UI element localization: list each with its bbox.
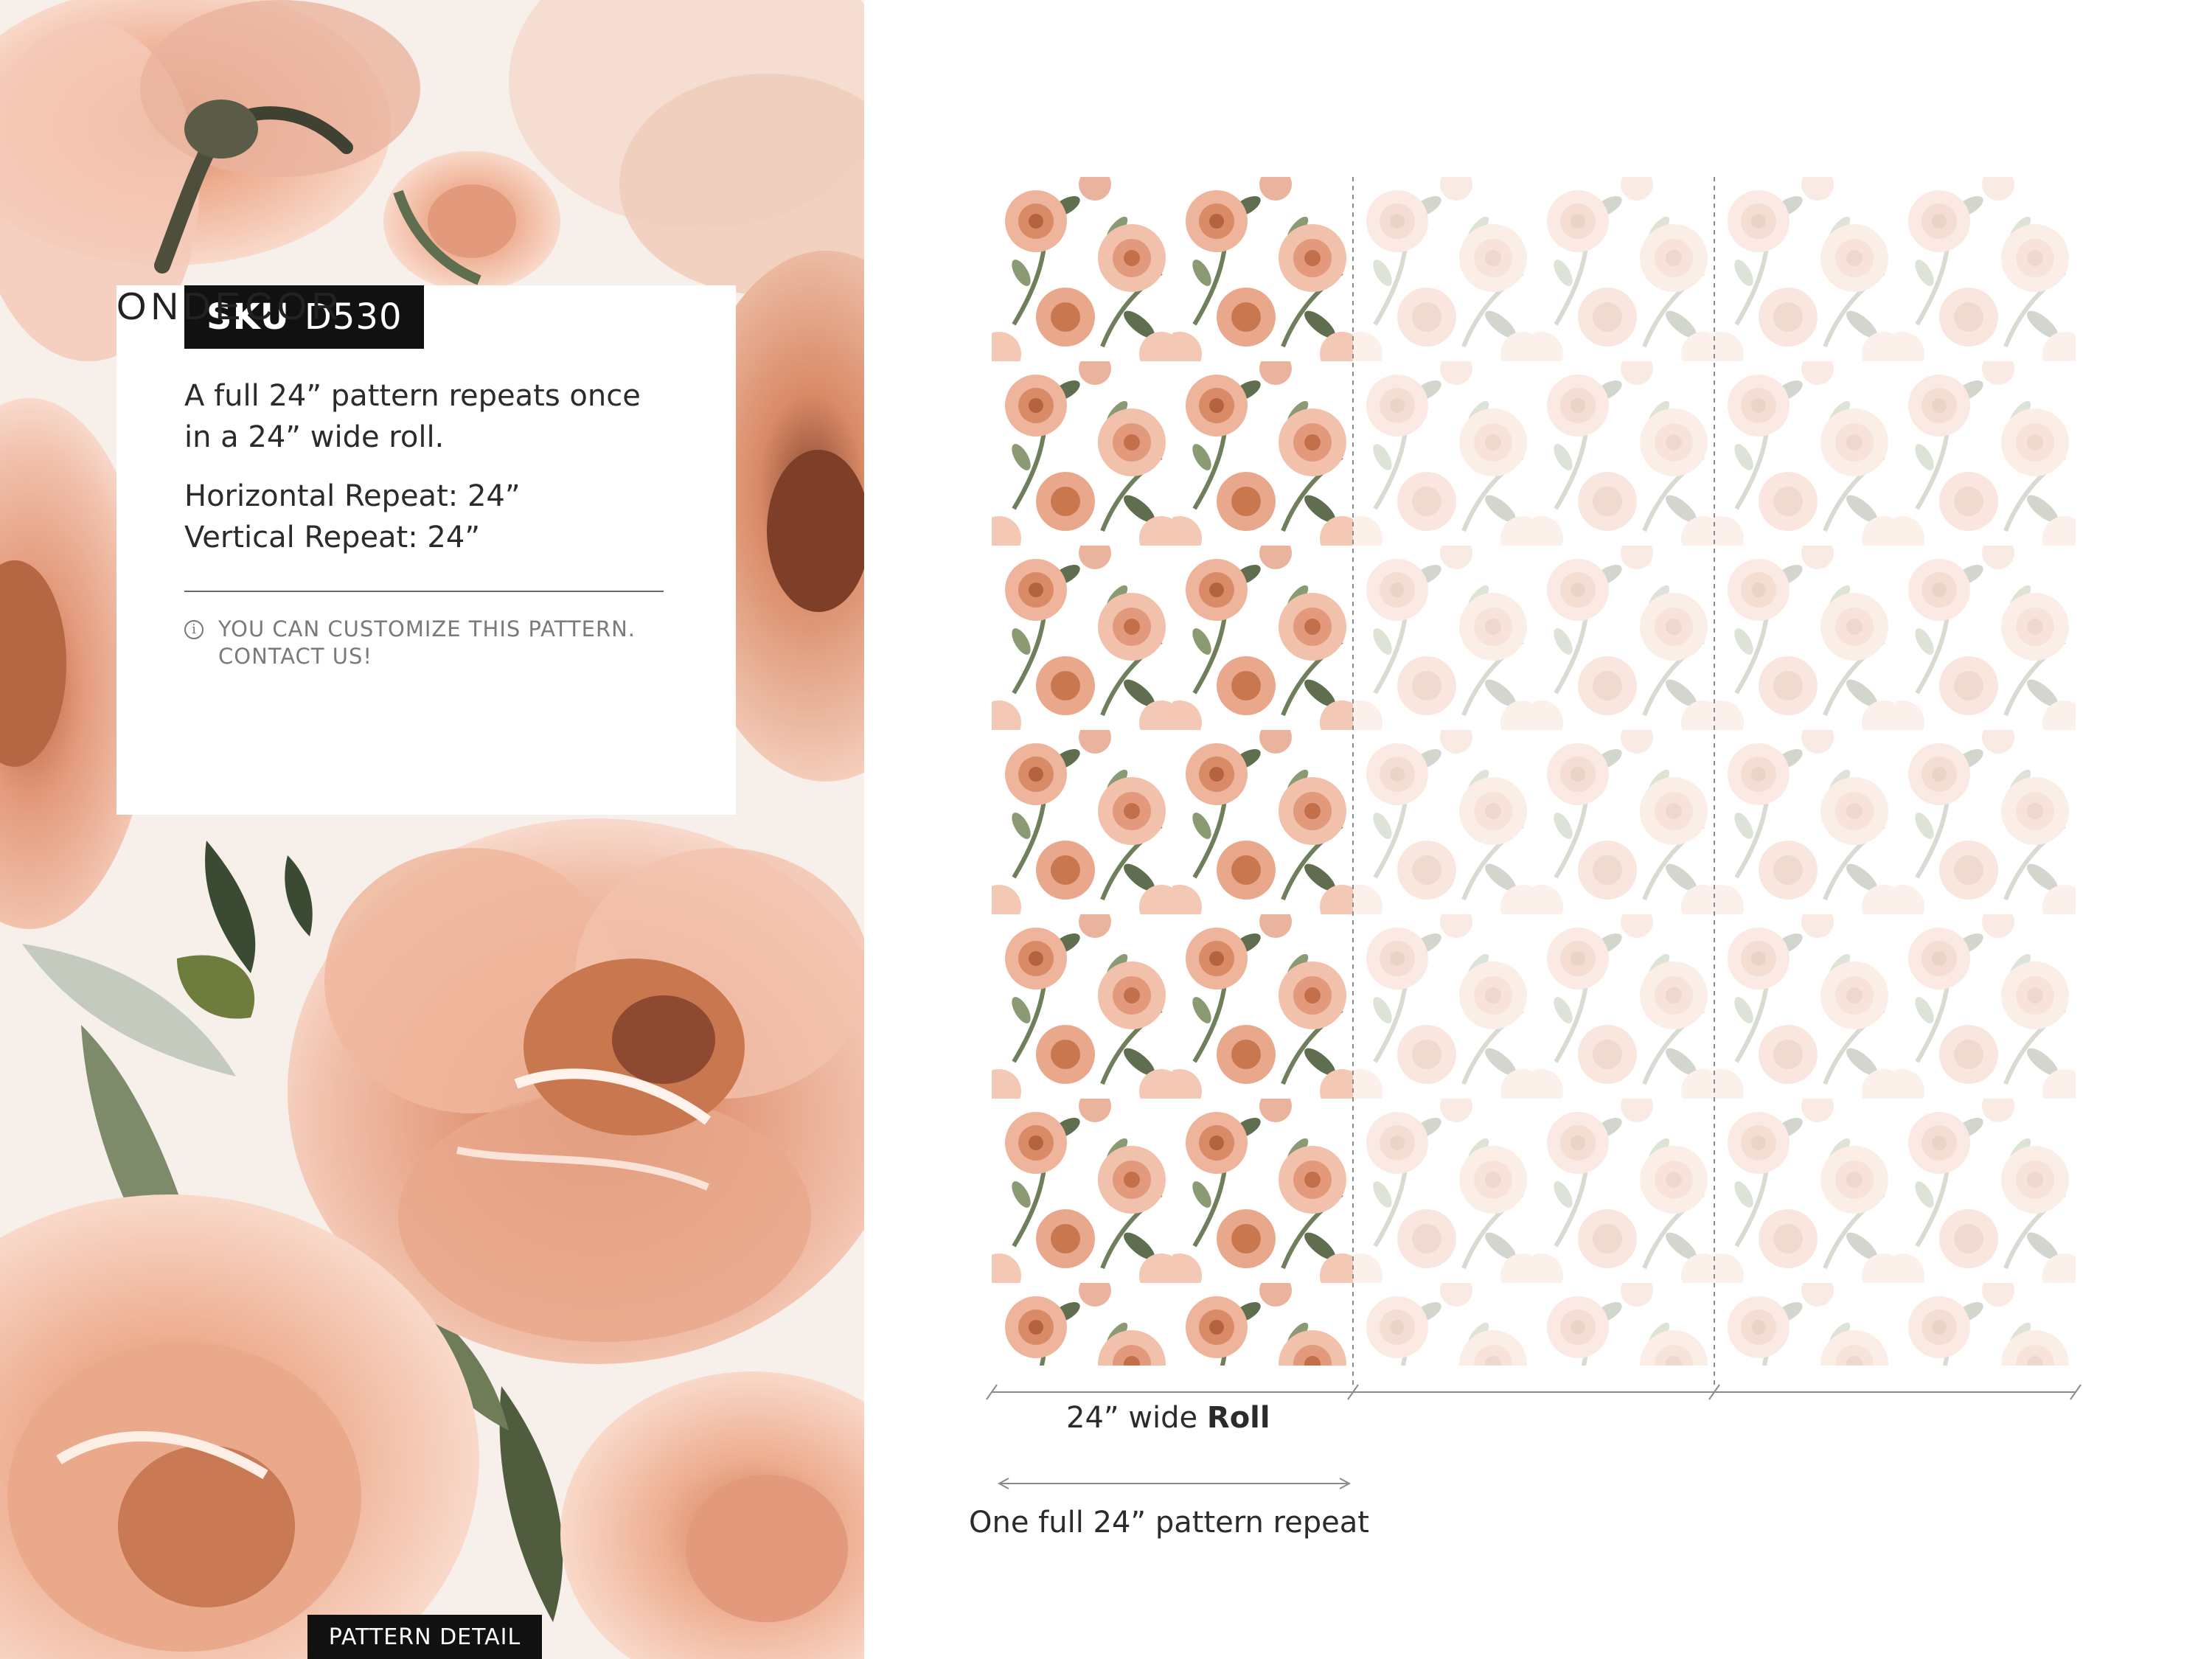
roll-3	[1714, 177, 2076, 1366]
repeat-arrow	[997, 1478, 1352, 1489]
roll-width-prefix: 24” wide	[1066, 1401, 1207, 1435]
roll-1-pattern	[992, 177, 1353, 1366]
roll-1	[992, 177, 1353, 1366]
roll-width-label: 24” wide Roll	[1066, 1401, 1270, 1435]
roll-width-bold: Roll	[1206, 1401, 1270, 1435]
roll-2	[1353, 177, 1714, 1366]
pattern-repeat-label: One full 24” pattern repeat	[969, 1506, 1369, 1540]
roll-width-dimension	[986, 1384, 2081, 1400]
